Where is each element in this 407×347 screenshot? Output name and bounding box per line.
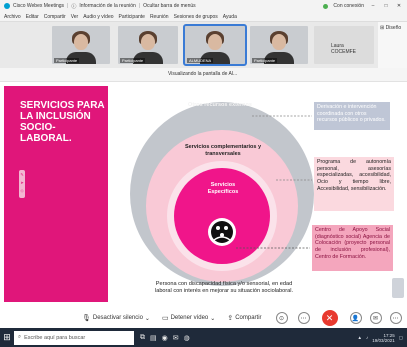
info-icon[interactable]: ⓘ — [71, 3, 76, 10]
menu-bar: Archivo Editar Compartir Ver Audio y víd… — [0, 12, 407, 22]
menu-compartir[interactable]: Compartir — [44, 14, 66, 20]
share-label[interactable]: Visualizando la pantalla de Al... — [168, 71, 237, 77]
file-explorer-icon[interactable]: ▤ — [150, 334, 157, 342]
layout-panel[interactable]: ⊞ Diseño — [378, 22, 407, 68]
camera-icon: ▭ — [161, 315, 169, 322]
target-population-text: Persona con discapacidad física y/o sens… — [154, 281, 294, 294]
layout-icon: ⊞ — [380, 25, 385, 31]
stop-video-button[interactable]: ▭ Detener vídeo ⌄ — [162, 314, 215, 322]
menu-participante[interactable]: Participante — [119, 14, 145, 20]
menu-audio-video[interactable]: Audio y vídeo — [83, 14, 113, 20]
more-options-button[interactable]: ⋯ — [297, 312, 310, 324]
participant-name: Participante — [120, 58, 146, 63]
taskbar-search-input[interactable]: ⌕ Escribe aquí para buscar — [14, 330, 134, 345]
windows-taskbar: ⊞ ⌕ Escribe aquí para buscar ⧉ ▤ ◉ ✉ ◍ ▲… — [0, 328, 407, 347]
participant-name: Participante — [54, 58, 80, 63]
menu-archivo[interactable]: Archivo — [4, 14, 21, 20]
clock[interactable]: 17:25 19/03/2021 — [372, 333, 395, 343]
menu-editar[interactable]: Editar — [26, 14, 39, 20]
participant-name: Participante — [252, 58, 278, 63]
share-icon: ⇪ — [227, 315, 234, 322]
app-title: Cisco Webex Meetings — [13, 3, 65, 9]
webex-taskbar-icon[interactable]: ◍ — [184, 334, 190, 342]
share-button[interactable]: ⇪ Compartir — [227, 314, 261, 322]
outer-circle-label: Otros recursos externos — [188, 102, 252, 108]
participant-tile[interactable]: Participante — [250, 26, 308, 64]
participant-strip: Participante Participante ALMUDENA Parti… — [0, 22, 407, 68]
participant-name: ALMUDENA — [187, 58, 214, 63]
menu-sesiones-grupos[interactable]: Sesiones de grupos — [174, 14, 218, 20]
participant-tile[interactable]: Participante — [118, 26, 178, 64]
record-button[interactable]: ⊙ — [275, 312, 288, 324]
search-icon: ⌕ — [18, 334, 22, 340]
layout-label: Diseño — [385, 25, 402, 31]
shared-slide: SERVICIOS PARA LA INCLUSIÓN SOCIO-LABORA… — [0, 82, 407, 308]
end-meeting-button[interactable]: ✕ — [321, 310, 338, 326]
more-panels-button[interactable]: ⋯ — [389, 312, 402, 324]
menu-ver[interactable]: Ver — [71, 14, 79, 20]
close-window-button[interactable]: ✕ — [395, 3, 403, 9]
chevron-down-icon: ⌄ — [210, 315, 216, 322]
browser-icon[interactable]: ◉ — [162, 334, 168, 342]
task-view-icon[interactable]: ⧉ — [140, 334, 145, 342]
inner-description-box: Centro de Apoyo Social (diagnóstico soci… — [312, 225, 393, 271]
menu-reunion[interactable]: Reunión — [150, 14, 169, 20]
microphone-muted-icon: 🎙 — [82, 315, 91, 322]
title-bar: Cisco Webex Meetings | ⓘ Información de … — [0, 0, 407, 12]
mail-icon[interactable]: ✉ — [173, 334, 179, 342]
connection-status-icon — [323, 3, 329, 9]
slide-navigator[interactable] — [392, 278, 404, 298]
connection-status[interactable]: Con conexión — [333, 3, 364, 9]
participant-tile[interactable]: Participante — [52, 26, 110, 64]
participant-tile-no-video[interactable]: Laura COCEMFE — [314, 26, 374, 64]
middle-circle-label: Servicios complementarios y transversale… — [184, 144, 262, 157]
notifications-icon[interactable]: ▢ — [399, 335, 403, 341]
maximize-button[interactable]: □ — [382, 3, 390, 9]
webex-logo-icon — [4, 3, 10, 9]
share-bar: Visualizando la pantalla de Al... — [0, 68, 407, 82]
network-icon[interactable]: ▲ — [357, 335, 361, 340]
meeting-controls: 🎙 Desactivar silencio ⌄ ▭ Detener vídeo … — [0, 308, 407, 328]
windows-start-icon[interactable]: ⊞ — [0, 332, 14, 343]
unmute-button[interactable]: 🎙 Desactivar silencio ⌄ — [82, 314, 150, 322]
taskbar-apps: ⧉ ▤ ◉ ✉ ◍ — [140, 334, 190, 342]
chat-panel-button[interactable]: ✉ — [369, 312, 382, 324]
meeting-info-link[interactable]: Información de la reunión — [79, 3, 135, 9]
minimize-button[interactable]: – — [369, 3, 377, 9]
inner-circle-label: Servicios Específicos — [207, 182, 239, 195]
participant-name: Laura COCEMFE — [331, 43, 356, 55]
participants-panel-button[interactable]: 👤 — [349, 312, 362, 324]
menu-ayuda[interactable]: Ayuda — [223, 14, 237, 20]
hide-menu-link[interactable]: Ocultar barra de menús — [143, 3, 196, 9]
volume-icon[interactable]: ♪ — [366, 335, 368, 340]
chevron-down-icon: ⌄ — [144, 315, 150, 322]
outer-description-box: Derivación e intervención coordinada con… — [314, 102, 390, 130]
middle-description-box: Programa de autonomía personal, asesoría… — [314, 157, 394, 211]
participant-tile-active[interactable]: ALMUDENA — [183, 24, 247, 66]
system-tray: ▲ ♪ 17:25 19/03/2021 ▢ — [357, 333, 407, 343]
